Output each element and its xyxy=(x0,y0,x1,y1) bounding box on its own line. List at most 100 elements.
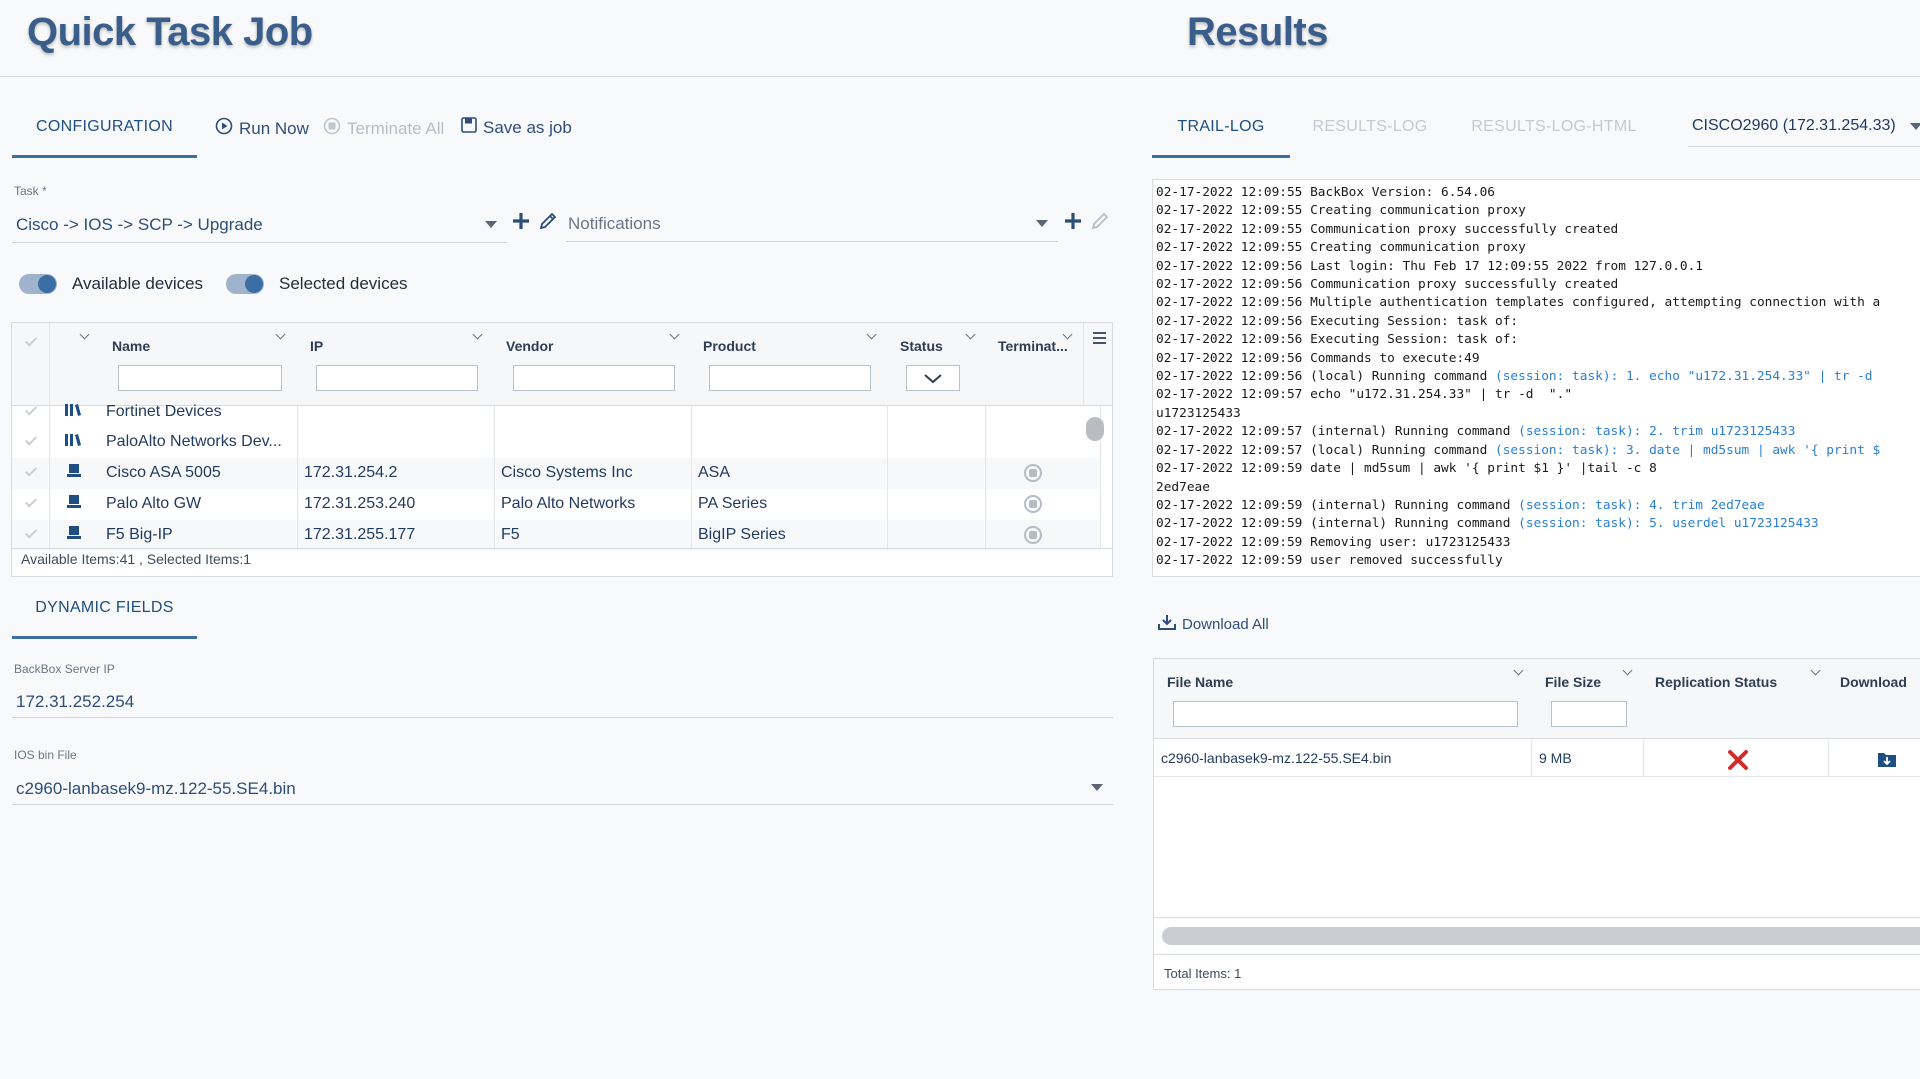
results-title: Results xyxy=(1187,10,1329,54)
row-checkbox[interactable] xyxy=(24,495,38,508)
tab-trail-log-underline xyxy=(1152,155,1290,158)
terminate-icon[interactable] xyxy=(1024,464,1042,482)
column-header-name[interactable]: Name xyxy=(112,338,150,354)
row-ip: 172.31.255.177 xyxy=(304,526,416,543)
file-row[interactable]: c2960-lanbasek9-mz.122-55.SE4.bin 9 MB xyxy=(1154,740,1920,777)
grid-scrollbar-thumb[interactable] xyxy=(1086,417,1104,441)
add-task-icon[interactable] xyxy=(511,211,531,236)
log-line: 02-17-2022 12:09:57 (internal) Running c… xyxy=(1156,424,1796,440)
column-header-download[interactable]: Download xyxy=(1840,674,1907,690)
run-now-button[interactable]: Run Now xyxy=(215,117,309,140)
replication-status-sort-icon[interactable] xyxy=(1810,665,1821,676)
available-devices-toggle[interactable] xyxy=(19,274,57,294)
log-line: 02-17-2022 12:09:55 BackBox Version: 6.5… xyxy=(1156,185,1495,200)
table-row[interactable]: F5 Big-IP 172.31.255.177 F5 BigIP Series xyxy=(12,520,1100,551)
file-size-filter-input[interactable] xyxy=(1551,701,1627,727)
file-name-sort-icon[interactable] xyxy=(1513,665,1524,676)
log-line: 02-17-2022 12:09:59 user removed success… xyxy=(1156,553,1503,569)
column-header-file-size[interactable]: File Size xyxy=(1545,674,1601,690)
vendor-sort-icon[interactable] xyxy=(669,329,680,340)
row-name: F5 Big-IP xyxy=(106,526,173,543)
table-row[interactable]: Fortinet Devices xyxy=(12,397,1100,428)
column-header-terminate[interactable]: Terminat... xyxy=(998,338,1068,354)
table-row[interactable]: Palo Alto GW 172.31.253.240 Palo Alto Ne… xyxy=(12,489,1100,520)
grid-footer: Available Items:41 , Selected Items:1 xyxy=(21,551,252,567)
status-filter-select[interactable] xyxy=(906,365,960,391)
tab-trail-log[interactable]: TRAIL-LOG xyxy=(1152,118,1290,136)
save-as-job-button[interactable]: Save as job xyxy=(461,117,572,138)
selected-devices-toggle[interactable] xyxy=(226,274,264,294)
page-title: Quick Task Job xyxy=(27,10,313,54)
ios-bin-select[interactable]: c2960-lanbasek9-mz.122-55.SE4.bin xyxy=(16,779,296,799)
name-filter-input[interactable] xyxy=(118,365,282,391)
notifications-underline xyxy=(566,241,1058,242)
device-select[interactable]: CISCO2960 (172.31.254.33) xyxy=(1692,117,1896,135)
log-line: 02-17-2022 12:09:55 Creating communicati… xyxy=(1156,240,1526,256)
group-chevron-icon[interactable] xyxy=(79,329,90,340)
column-header-ip[interactable]: IP xyxy=(310,338,323,354)
product-sort-icon[interactable] xyxy=(866,329,877,340)
task-label: Task * xyxy=(14,184,47,198)
file-size: 9 MB xyxy=(1539,750,1572,766)
select-all-checkbox[interactable] xyxy=(24,334,38,347)
task-select[interactable]: Cisco -> IOS -> SCP -> Upgrade xyxy=(16,215,263,235)
server-ip-field[interactable]: 172.31.252.254 xyxy=(16,692,134,712)
files-horizontal-scrollbar[interactable] xyxy=(1162,927,1920,945)
ios-bin-underline xyxy=(12,804,1113,805)
log-line: 02-17-2022 12:09:55 Creating communicati… xyxy=(1156,203,1526,219)
terminate-all-label: Terminate All xyxy=(347,118,445,138)
notifications-select[interactable]: Notifications xyxy=(568,214,661,234)
terminate-icon[interactable] xyxy=(1024,526,1042,544)
tab-configuration[interactable]: CONFIGURATION xyxy=(12,118,197,136)
edit-notification-icon[interactable] xyxy=(1090,211,1110,236)
row-ip: 172.31.253.240 xyxy=(304,495,416,512)
ip-sort-icon[interactable] xyxy=(472,329,483,340)
log-line: 02-17-2022 12:09:59 Removing user: u1723… xyxy=(1156,534,1511,550)
vendor-filter-input[interactable] xyxy=(513,365,675,391)
terminate-all-button[interactable]: Terminate All xyxy=(323,117,444,140)
log-line: 02-17-2022 12:09:59 (internal) Running c… xyxy=(1156,516,1819,532)
row-checkbox[interactable] xyxy=(24,433,38,446)
download-all-button[interactable]: Download All xyxy=(1158,614,1269,634)
trail-log-output[interactable]: 02-17-2022 12:09:55 BackBox Version: 6.5… xyxy=(1152,179,1920,577)
row-name: PaloAlto Networks Dev... xyxy=(106,433,282,450)
tab-results-log[interactable]: RESULTS-LOG xyxy=(1300,118,1440,136)
column-menu-icon[interactable] xyxy=(1092,331,1107,350)
replication-failed-icon xyxy=(1727,749,1749,776)
notifications-dropdown-caret[interactable] xyxy=(1036,220,1048,227)
task-dropdown-caret[interactable] xyxy=(485,221,497,228)
status-sort-icon[interactable] xyxy=(965,329,976,340)
row-checkbox[interactable] xyxy=(24,403,38,416)
column-header-status[interactable]: Status xyxy=(900,338,943,354)
column-header-product[interactable]: Product xyxy=(703,338,756,354)
device-select-caret[interactable] xyxy=(1910,123,1920,130)
column-header-replication-status[interactable]: Replication Status xyxy=(1655,674,1777,690)
row-product: ASA xyxy=(698,464,731,481)
ip-filter-input[interactable] xyxy=(316,365,478,391)
ios-bin-dropdown-caret[interactable] xyxy=(1091,784,1103,791)
add-notification-icon[interactable] xyxy=(1063,211,1083,236)
tab-results-log-html[interactable]: RESULTS-LOG-HTML xyxy=(1452,118,1656,136)
ios-bin-label: IOS bin File xyxy=(14,748,77,762)
row-checkbox[interactable] xyxy=(24,526,38,539)
tab-dynamic-fields[interactable]: DYNAMIC FIELDS xyxy=(12,599,197,617)
devices-grid: Name IP Vendor Product Status Terminat..… xyxy=(11,322,1113,577)
terminate-icon[interactable] xyxy=(1024,495,1042,513)
edit-task-icon[interactable] xyxy=(538,211,558,236)
product-filter-input[interactable] xyxy=(709,365,871,391)
table-row[interactable]: Cisco ASA 5005 172.31.254.2 Cisco System… xyxy=(12,458,1100,489)
file-size-sort-icon[interactable] xyxy=(1622,665,1633,676)
table-row[interactable]: PaloAlto Networks Dev... xyxy=(12,427,1100,458)
log-line: 02-17-2022 12:09:55 Communication proxy … xyxy=(1156,221,1619,237)
column-header-file-name[interactable]: File Name xyxy=(1167,674,1233,690)
row-product: BigIP Series xyxy=(698,526,786,543)
device-select-underline xyxy=(1688,146,1920,147)
selected-devices-label: Selected devices xyxy=(279,274,408,293)
file-name-filter-input[interactable] xyxy=(1173,701,1518,727)
name-sort-icon[interactable] xyxy=(275,329,286,340)
download-file-icon[interactable] xyxy=(1877,750,1897,773)
column-header-vendor[interactable]: Vendor xyxy=(506,338,553,354)
row-vendor: F5 xyxy=(501,526,520,543)
save-icon xyxy=(461,117,477,138)
row-checkbox[interactable] xyxy=(24,464,38,477)
